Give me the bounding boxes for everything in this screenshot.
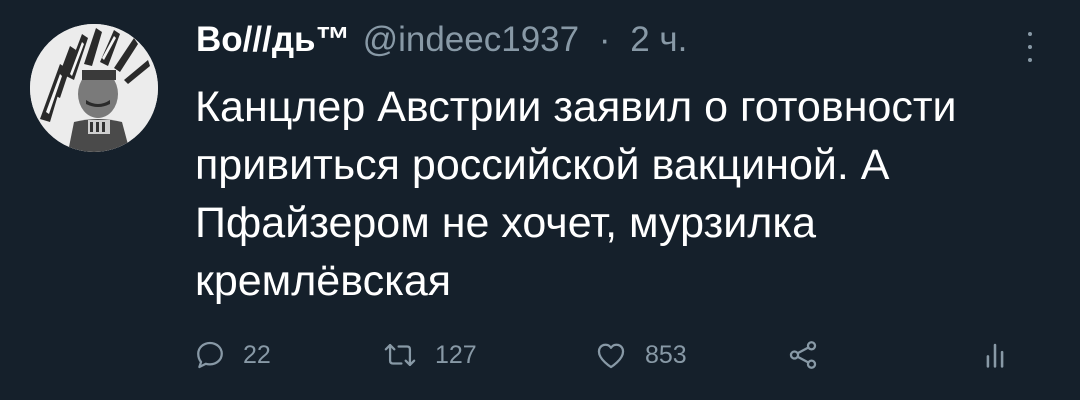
retweet-button[interactable]: 127 (381, 335, 477, 375)
tweet-header: Во///дь™ @indeec1937 · 2 ч. (196, 20, 687, 70)
handle-and-time: @indeec1937 · 2 ч. (363, 20, 688, 60)
analytics-button[interactable] (983, 335, 1007, 375)
reply-button[interactable]: 22 (193, 335, 271, 375)
tweet-text: Канцлер Австрии заявил о готовности прив… (195, 83, 957, 305)
analytics-icon (983, 338, 1007, 372)
share-button[interactable] (785, 335, 821, 375)
retweet-icon (381, 338, 419, 372)
tweet-actions: 22 127 853 (193, 335, 1023, 375)
like-count: 853 (645, 340, 687, 369)
reply-count: 22 (243, 340, 271, 369)
reply-icon (193, 338, 227, 372)
tweet-card[interactable]: Во///дь™ @indeec1937 · 2 ч. Канцлер Авст… (0, 0, 1080, 400)
author-handle[interactable]: @indeec1937 (363, 20, 580, 59)
retweet-count: 127 (435, 340, 477, 369)
share-icon (785, 338, 821, 372)
more-options-icon[interactable] (1020, 32, 1040, 62)
like-button[interactable]: 853 (593, 335, 687, 375)
separator-dot: · (598, 20, 611, 59)
like-icon (593, 338, 629, 372)
avatar[interactable] (30, 24, 158, 152)
tweet-time[interactable]: 2 ч. (630, 20, 687, 59)
author-name[interactable]: Во///дь™ (196, 20, 351, 60)
